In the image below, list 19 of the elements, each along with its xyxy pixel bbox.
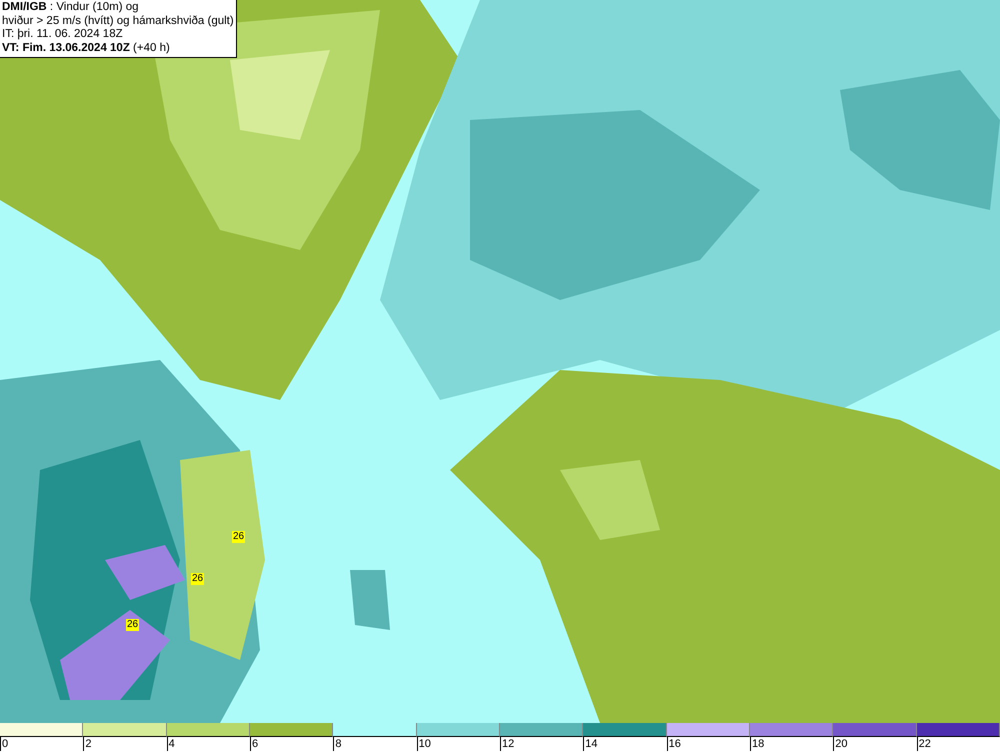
scale-label: 8: [333, 737, 342, 751]
info-text: IT: þri. 11. 06. 2024 18Z: [2, 28, 124, 42]
scale-label: 10: [416, 737, 431, 751]
scale-label: 0: [0, 737, 8, 751]
info-text: hviður > 25 m/s (hvítt) og hámarkshviða (gult): [2, 14, 234, 28]
gust-label: 26: [191, 573, 204, 585]
scale-label: 12: [500, 737, 514, 751]
scale-label: 14: [583, 737, 598, 751]
gust-label: 26: [126, 619, 140, 631]
scale-label: 16: [666, 737, 681, 751]
info-text: DMI/IGB : Vindur (10m) og: [2, 1, 140, 14]
scale-label: 2: [83, 737, 92, 751]
scale-label: 22: [916, 737, 931, 751]
scale-label: 18: [750, 737, 764, 751]
gust-label: 26: [232, 531, 246, 543]
info-text: VT: Fim. 13.06.2024 10Z (+40 h): [2, 42, 171, 55]
scale-label: 4: [166, 737, 175, 751]
scale-label: 6: [250, 737, 258, 751]
scale-label: 20: [833, 737, 848, 751]
